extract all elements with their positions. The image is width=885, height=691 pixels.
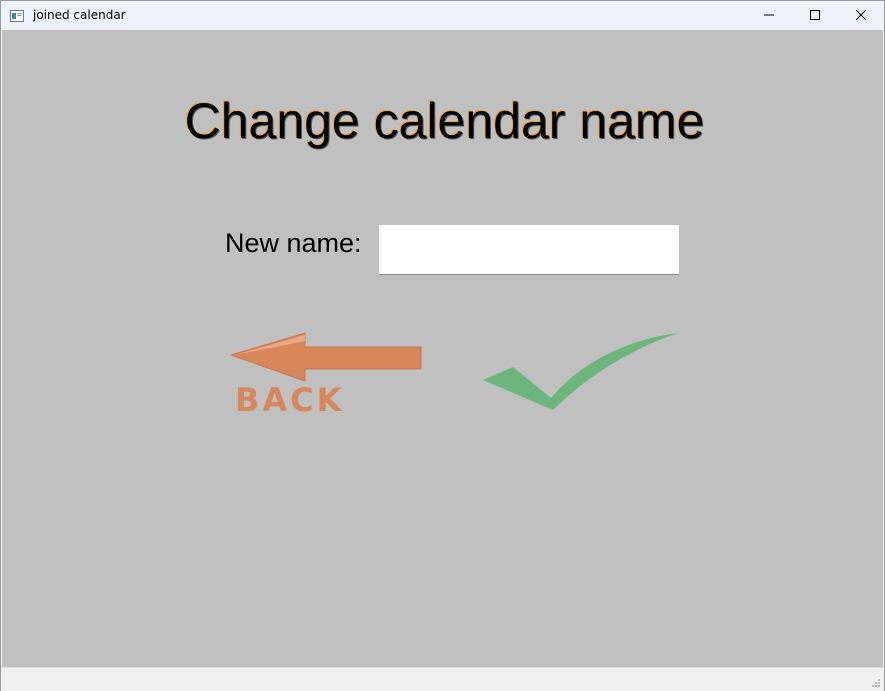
minimize-button[interactable]: [746, 1, 792, 29]
app-window-icon: [10, 9, 24, 22]
page-title: Change calendar name: [184, 93, 705, 149]
confirm-button[interactable]: [483, 330, 680, 412]
minimize-icon: [764, 14, 774, 16]
maximize-icon: [810, 10, 820, 20]
status-bar: [1, 667, 884, 691]
new-name-label: New name:: [225, 228, 362, 258]
close-button[interactable]: [838, 1, 884, 29]
title-bar[interactable]: joined calendar: [1, 1, 884, 29]
resize-grip-icon[interactable]: [871, 678, 881, 688]
app-window: joined calendar Change calendar name New…: [0, 0, 885, 691]
close-icon: [856, 10, 866, 20]
new-name-input[interactable]: [379, 225, 679, 275]
main-panel: Change calendar name New name: BACK: [2, 30, 883, 667]
back-button-label: BACK: [235, 381, 344, 413]
window-title: joined calendar: [33, 8, 126, 22]
maximize-button[interactable]: [792, 1, 838, 29]
back-arrow-icon: BACK: [229, 332, 422, 419]
checkmark-icon: [483, 333, 679, 410]
back-button[interactable]: BACK: [229, 331, 427, 419]
